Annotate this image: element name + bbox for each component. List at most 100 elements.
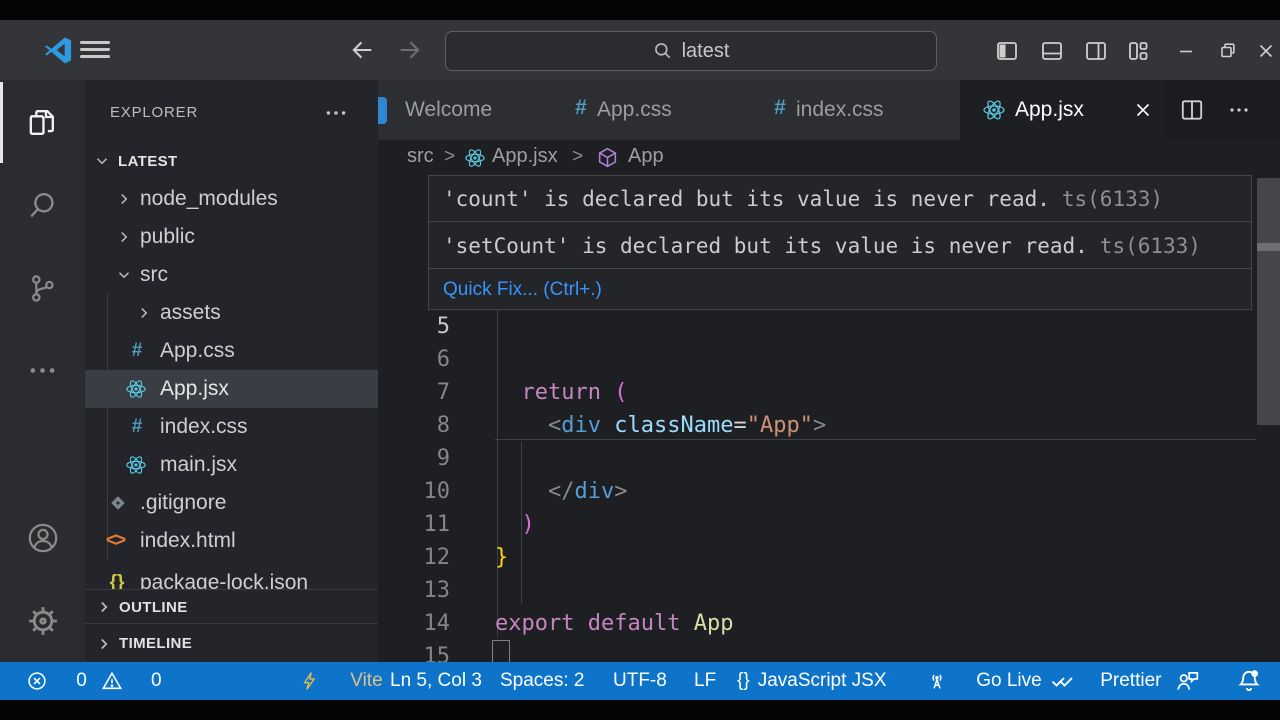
tab-index-css[interactable]: # index.css bbox=[750, 80, 961, 140]
feedback-icon[interactable] bbox=[1174, 662, 1200, 700]
tree-root-latest[interactable]: LATEST bbox=[85, 142, 378, 180]
tab-welcome[interactable]: Welcome bbox=[378, 80, 546, 140]
letterbox-top bbox=[0, 0, 1280, 20]
encoding-status[interactable]: UTF-8 bbox=[613, 662, 667, 700]
code-line[interactable]: 12} bbox=[378, 541, 1256, 574]
breadcrumb-src[interactable]: src bbox=[407, 145, 434, 168]
close-button[interactable] bbox=[1254, 39, 1278, 63]
explorer-files-icon[interactable] bbox=[26, 106, 59, 139]
source-control-icon[interactable] bbox=[26, 272, 59, 305]
react-file-icon bbox=[982, 98, 1006, 122]
editor-actions bbox=[1165, 80, 1280, 140]
forward-arrow-icon[interactable] bbox=[396, 36, 424, 64]
tree-item-app-jsx[interactable]: App.jsx bbox=[85, 370, 378, 408]
toggle-sidebar-icon[interactable] bbox=[995, 39, 1019, 63]
tab-app-jsx[interactable]: App.jsx bbox=[960, 80, 1166, 140]
toggle-secondary-sidebar-icon[interactable] bbox=[1084, 39, 1108, 63]
diagnostic-message: 'count' is declared but its value is nev… bbox=[429, 176, 1251, 222]
eol-status[interactable]: LF bbox=[694, 662, 716, 700]
sidebar-title: EXPLORER bbox=[110, 104, 198, 121]
code-line[interactable]: 7 return ( bbox=[378, 376, 1256, 409]
code-line[interactable]: 15 bbox=[378, 640, 1256, 662]
more-views-icon[interactable] bbox=[26, 354, 59, 387]
diagnostics-hover-popup: 'count' is declared but its value is nev… bbox=[428, 175, 1252, 310]
code-line[interactable]: 6 bbox=[378, 343, 1256, 376]
chevron-right-icon bbox=[115, 228, 133, 246]
code-line[interactable]: 14export default App bbox=[378, 607, 1256, 640]
active-view-indicator bbox=[0, 82, 3, 163]
customize-layout-icon[interactable] bbox=[1126, 39, 1150, 63]
prettier-status[interactable]: Prettier bbox=[1050, 662, 1161, 700]
lightning-icon bbox=[300, 627, 342, 720]
html-file-icon: <> bbox=[103, 530, 127, 552]
accounts-icon[interactable] bbox=[26, 521, 60, 555]
back-arrow-icon[interactable] bbox=[348, 36, 376, 64]
breadcrumb-separator: > bbox=[444, 146, 455, 168]
split-editor-icon[interactable] bbox=[1179, 97, 1205, 123]
cursor-position-status[interactable]: Ln 5, Col 3 bbox=[390, 662, 482, 700]
tree-item-main-jsx[interactable]: main.jsx bbox=[85, 446, 378, 484]
problems-status[interactable]: 0 0 bbox=[26, 662, 162, 700]
command-center-search[interactable]: latest bbox=[445, 31, 937, 71]
git-file-icon bbox=[107, 492, 129, 514]
code-line[interactable]: 8 <div className="App"> bbox=[378, 409, 1256, 442]
breadcrumb-separator: > bbox=[572, 146, 583, 168]
title-bar: latest bbox=[0, 20, 1280, 80]
warning-icon bbox=[101, 626, 143, 720]
overview-ruler-marker bbox=[1257, 243, 1280, 251]
tab-app-css[interactable]: # App.css bbox=[545, 80, 751, 140]
menu-hamburger-icon[interactable] bbox=[80, 41, 110, 59]
code-line[interactable]: 11 ) bbox=[378, 508, 1256, 541]
css-file-icon: # bbox=[125, 416, 149, 438]
tree-item-index-html[interactable]: <> index.html bbox=[85, 522, 378, 560]
notifications-bell-icon[interactable] bbox=[1236, 662, 1262, 700]
breadcrumb: src > App.jsx > App bbox=[378, 140, 1280, 176]
tree-item-public[interactable]: public bbox=[85, 218, 378, 256]
chevron-right-icon bbox=[95, 598, 113, 616]
minimize-button[interactable] bbox=[1174, 39, 1198, 63]
tree-item-assets[interactable]: assets bbox=[85, 294, 378, 332]
more-actions-icon[interactable] bbox=[1227, 98, 1251, 122]
code-line[interactable]: 13 bbox=[378, 574, 1256, 607]
tab-bar: Welcome # App.css # index.css App.jsx bbox=[378, 80, 1280, 140]
tree-item-gitignore[interactable]: .gitignore bbox=[85, 484, 378, 522]
symbol-cube-icon bbox=[596, 146, 619, 169]
code-line[interactable]: 5 bbox=[378, 310, 1256, 343]
restore-button[interactable] bbox=[1216, 39, 1240, 63]
breadcrumb-file[interactable]: App.jsx bbox=[492, 145, 558, 168]
search-icon bbox=[653, 41, 673, 61]
outline-section-header[interactable]: OUTLINE bbox=[85, 589, 378, 624]
react-file-icon bbox=[125, 454, 147, 476]
diagnostic-code: ts(6133) bbox=[1062, 187, 1163, 211]
tree-item-index-css[interactable]: # index.css bbox=[85, 408, 378, 446]
diagnostic-code: ts(6133) bbox=[1100, 234, 1201, 258]
chevron-down-icon bbox=[115, 266, 133, 284]
close-tab-icon[interactable] bbox=[1132, 99, 1154, 121]
broadcast-icon bbox=[926, 626, 968, 720]
braces-icon: {} bbox=[737, 670, 750, 692]
editor-scrollbar[interactable] bbox=[1257, 178, 1280, 425]
quick-fix-link[interactable]: Quick Fix... (Ctrl+.) bbox=[443, 279, 602, 301]
quick-fix-row: Quick Fix... (Ctrl+.) bbox=[429, 270, 1251, 309]
css-file-icon: # bbox=[768, 96, 792, 120]
indentation-status[interactable]: Spaces: 2 bbox=[500, 662, 585, 700]
css-file-icon: # bbox=[125, 340, 149, 362]
chevron-right-icon bbox=[135, 304, 153, 322]
breadcrumb-symbol[interactable]: App bbox=[628, 145, 664, 168]
tree-item-node-modules[interactable]: node_modules bbox=[85, 180, 378, 218]
toggle-panel-icon[interactable] bbox=[1040, 39, 1064, 63]
tree-item-app-css[interactable]: # App.css bbox=[85, 332, 378, 370]
code-line[interactable]: 9 bbox=[378, 442, 1256, 475]
search-text: latest bbox=[682, 40, 730, 63]
double-check-icon bbox=[1050, 625, 1092, 720]
search-icon[interactable] bbox=[26, 189, 59, 222]
css-file-icon: # bbox=[569, 96, 593, 120]
vscode-window: latest bbox=[0, 0, 1280, 720]
language-mode-status[interactable]: {} JavaScript JSX bbox=[737, 662, 887, 700]
vite-status[interactable]: Vite bbox=[300, 662, 383, 700]
explorer-actions-icon[interactable] bbox=[323, 100, 349, 126]
react-file-icon bbox=[464, 147, 486, 169]
go-live-status[interactable]: Go Live bbox=[926, 662, 1042, 700]
tree-item-src[interactable]: src bbox=[85, 256, 378, 294]
code-line[interactable]: 10 </div> bbox=[378, 475, 1256, 508]
